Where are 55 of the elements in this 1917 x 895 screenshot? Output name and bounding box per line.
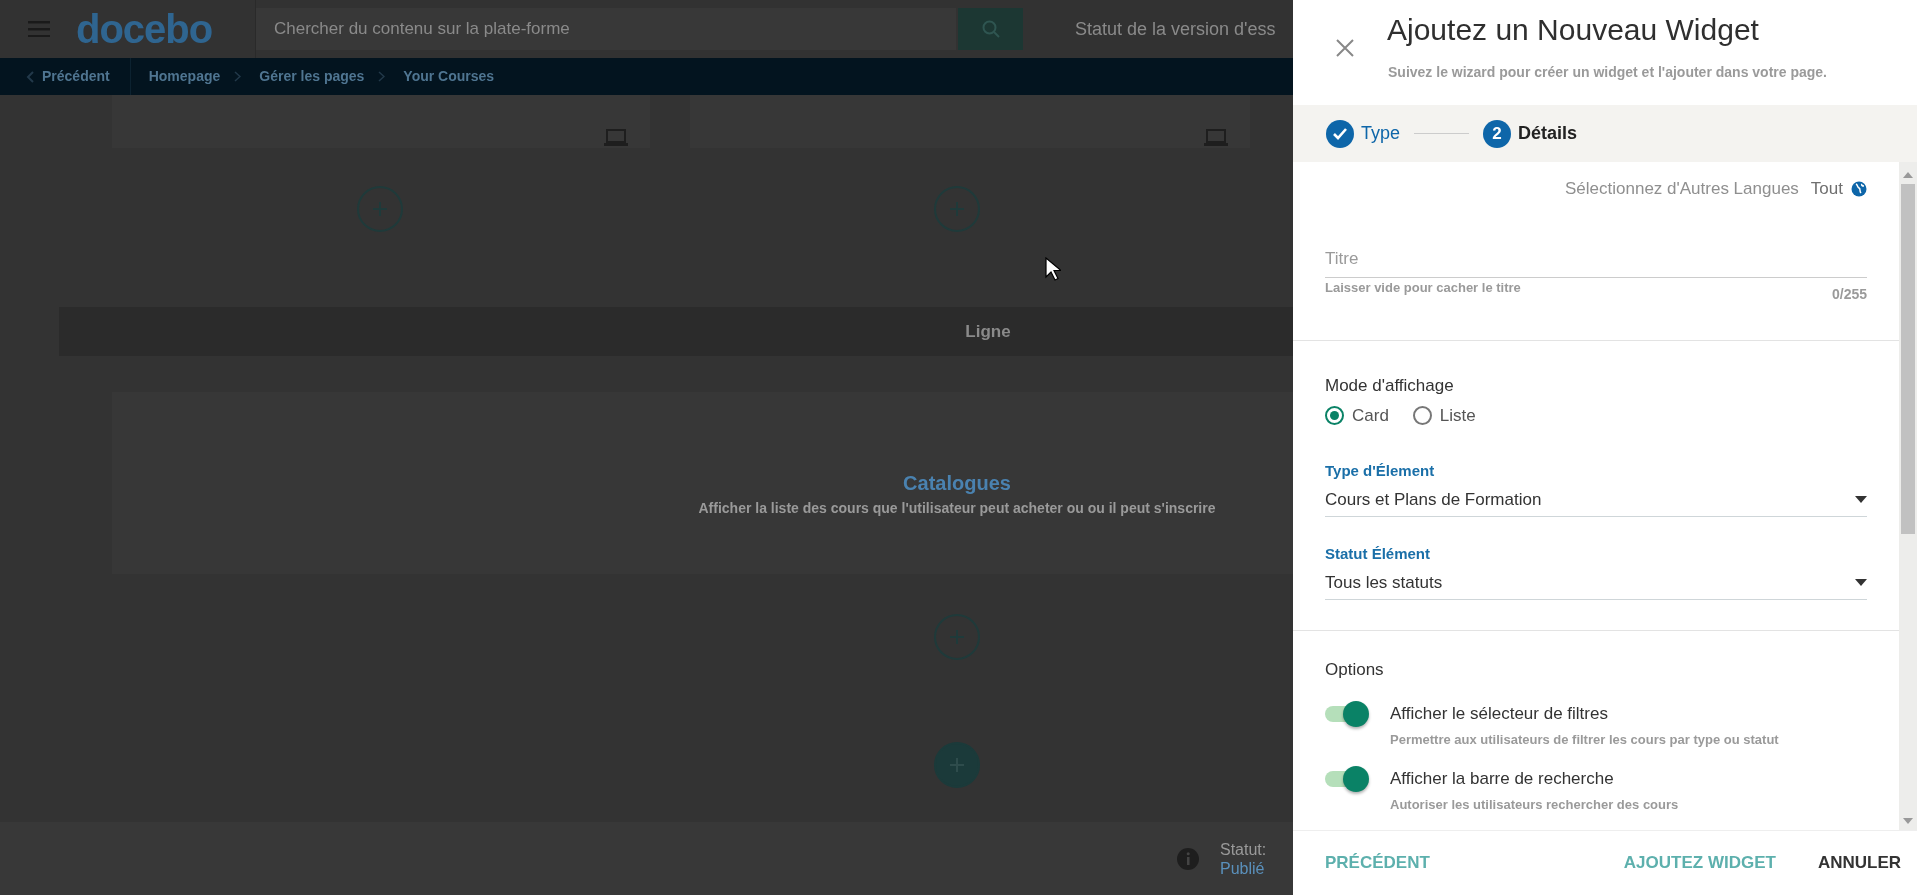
- close-icon: [1336, 39, 1354, 57]
- toggle-switch[interactable]: [1325, 765, 1369, 792]
- step-marker: 2: [1483, 119, 1512, 148]
- chevron-right-icon: [378, 71, 386, 82]
- toggle-label: Afficher le sélecteur de filtres: [1390, 702, 1609, 725]
- widget-title: Catalogues: [903, 470, 1011, 496]
- laptop-icon: [1204, 129, 1228, 146]
- select-label: Type d'Élement: [1325, 461, 1436, 481]
- arrow-up-icon: [1903, 172, 1913, 178]
- section-label: Mode d'affichage: [1325, 375, 1455, 397]
- status-value: Publié: [1220, 858, 1266, 878]
- laptop-icon: [604, 129, 628, 146]
- menu-icon[interactable]: [28, 21, 50, 37]
- panel-subtitle: Suivez le wizard pour créer un widget et l'ajouter dans votre page.: [1388, 63, 1827, 82]
- status-label: Statut:: [1220, 839, 1267, 859]
- row-label: Ligne: [965, 320, 1011, 343]
- chevron-left-icon: [26, 70, 34, 83]
- step-label[interactable]: Détails: [1518, 120, 1578, 147]
- toggle-description: Autoriser les utilisateurs rechercher des cours: [1390, 796, 1679, 814]
- info-icon: [1176, 846, 1200, 871]
- toggle-switch[interactable]: [1325, 700, 1369, 727]
- chevron-right-icon: [234, 71, 242, 82]
- breadcrumb-link[interactable]: Homepage: [148, 66, 221, 87]
- add-widget-button[interactable]: AJOUTEZ WIDGET: [1613, 844, 1786, 882]
- cancel-button[interactable]: ANNULER: [1807, 844, 1911, 882]
- field-hint: Laisser vide pour cacher le titre: [1325, 279, 1521, 297]
- select-field[interactable]: Tous les statuts: [1325, 565, 1867, 600]
- add-button[interactable]: [934, 742, 980, 788]
- breadcrumb-link[interactable]: Your Courses: [403, 66, 495, 87]
- radio-option[interactable]: Card: [1325, 402, 1389, 428]
- check-icon: [1333, 127, 1347, 140]
- languages-label: Sélectionnez d'Autres Langues: [1565, 178, 1799, 200]
- scrollbar[interactable]: [1899, 162, 1917, 830]
- toggle-description: Permettre aux utilisateurs de filtrer les cours par type ou statut: [1390, 731, 1779, 749]
- search-icon: [981, 20, 1000, 38]
- toggle-label: Afficher la barre de recherche: [1390, 767, 1615, 790]
- globe-icon: [1851, 180, 1867, 197]
- cursor-icon: [1045, 257, 1061, 281]
- section-label: Options: [1325, 659, 1385, 681]
- search-field[interactable]: Chercher du contenu sur la plate-forme: [256, 8, 956, 50]
- caret-down-icon: [1855, 578, 1867, 586]
- select-label: Statut Élément: [1325, 544, 1431, 564]
- radio-option[interactable]: Liste: [1412, 402, 1476, 428]
- panel-title: Ajoutez un Nouveau Widget: [1387, 12, 1760, 48]
- breadcrumb-link[interactable]: Gérer les pages: [259, 66, 365, 87]
- character-counter: 0/255: [1831, 285, 1867, 304]
- arrow-down-icon: [1903, 818, 1913, 824]
- search-button[interactable]: [958, 8, 1023, 50]
- select-field[interactable]: Cours et Plans de Formation: [1325, 482, 1867, 517]
- version-status: Statut de la version d'ess: [1075, 17, 1276, 41]
- step-label[interactable]: Type: [1361, 120, 1401, 147]
- previous-button[interactable]: PRÉCÉDENT: [1315, 844, 1440, 882]
- widget-description: Afficher la liste des cours que l'utilisateur peut acheter ou ou il peut s'inscrire: [698, 498, 1216, 518]
- languages-selector[interactable]: Tout: [1810, 176, 1867, 202]
- caret-down-icon: [1855, 495, 1867, 503]
